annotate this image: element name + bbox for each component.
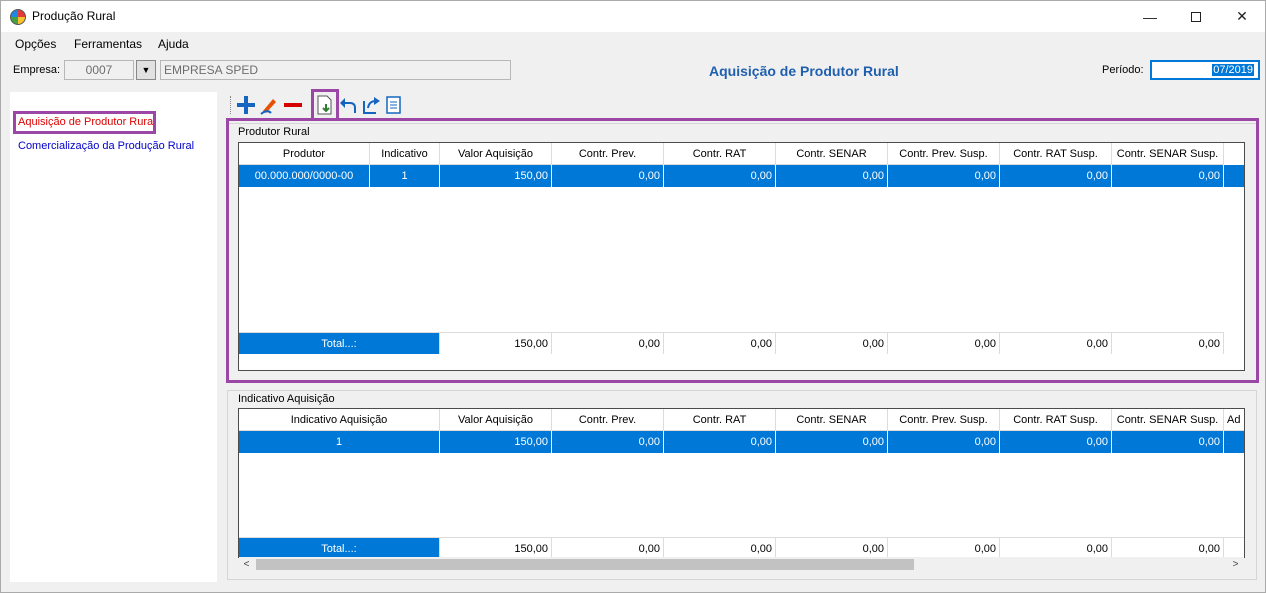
undo-button[interactable]	[337, 95, 359, 115]
col-header[interactable]: Contr. Prev. Susp.	[888, 409, 1000, 431]
cell-indicativo-aquisicao: 1	[239, 431, 440, 453]
minimize-button[interactable]: —	[1127, 1, 1173, 32]
cell-contr-rat: 0,00	[664, 431, 776, 453]
screen-title: Aquisição de Produtor Rural	[709, 63, 899, 79]
periodo-value: 07/2019	[1212, 64, 1254, 76]
col-header[interactable]: Valor Aquisição	[440, 409, 552, 431]
app-window: Produção Rural — ✕ Opções Ferramentas Aj…	[0, 0, 1266, 593]
scrollbar-thumb[interactable]	[256, 559, 914, 570]
col-header[interactable]: Contr. SENAR Susp.	[1112, 409, 1224, 431]
menu-opcoes[interactable]: Opções	[15, 37, 56, 51]
total-label: Total...:	[239, 537, 440, 558]
col-header[interactable]: Contr. RAT	[664, 409, 776, 431]
edit-icon	[260, 99, 276, 115]
cell-contr-rat-susp: 0,00	[1000, 431, 1112, 453]
close-button[interactable]: ✕	[1219, 1, 1265, 32]
export-button[interactable]	[360, 95, 382, 115]
sidebar-item-comercializacao[interactable]: Comercialização da Produção Rural	[18, 140, 194, 152]
highlight-import-button	[311, 89, 339, 121]
col-header[interactable]: Ad	[1224, 409, 1244, 431]
total-contr-prev-susp: 0,00	[888, 537, 1000, 558]
total-contr-senar-susp: 0,00	[1112, 537, 1224, 558]
maximize-icon	[1191, 11, 1201, 22]
indicativo-aquisicao-title: Indicativo Aquisição	[236, 393, 337, 405]
horizontal-scrollbar[interactable]: < >	[239, 557, 1243, 572]
maximize-button[interactable]	[1173, 1, 1219, 32]
indicativo-grid: Indicativo Aquisição Valor Aquisição Con…	[238, 408, 1245, 558]
indicativo-grid-header: Indicativo Aquisição Valor Aquisição Con…	[239, 409, 1244, 431]
app-logo-icon	[10, 9, 26, 25]
empresa-label: Empresa:	[13, 64, 61, 76]
total-contr-rat: 0,00	[664, 537, 776, 558]
add-button[interactable]	[235, 95, 257, 115]
export-icon	[363, 97, 380, 114]
empresa-code-field[interactable]: 0007	[64, 60, 134, 80]
col-header[interactable]: Contr. Prev.	[552, 409, 664, 431]
menu-ferramentas[interactable]: Ferramentas	[74, 37, 142, 51]
remove-button[interactable]	[282, 95, 304, 115]
cell-valor-aquisicao: 150,00	[440, 431, 552, 453]
highlight-sidebar-selection	[13, 111, 156, 134]
remove-icon	[284, 103, 302, 107]
col-header[interactable]: Indicativo Aquisição	[239, 409, 440, 431]
sidebar: Aquisição de Produtor Rural Comercializa…	[10, 92, 217, 582]
report-icon	[386, 96, 401, 114]
cell-contr-senar: 0,00	[776, 431, 888, 453]
empresa-name-field: EMPRESA SPED	[160, 60, 511, 80]
empresa-dropdown-button[interactable]: ▼	[136, 60, 156, 80]
highlight-produtor-panel	[226, 118, 1259, 383]
col-header[interactable]: Contr. SENAR	[776, 409, 888, 431]
periodo-label: Período:	[1102, 64, 1144, 76]
total-contr-prev: 0,00	[552, 537, 664, 558]
table-row[interactable]: 1 150,00 0,00 0,00 0,00 0,00 0,00 0,00	[239, 431, 1244, 453]
report-button[interactable]	[383, 95, 405, 115]
total-valor-aquisicao: 150,00	[440, 537, 552, 558]
toolbar-grip	[230, 96, 232, 114]
window-title: Produção Rural	[32, 9, 116, 23]
undo-icon	[340, 98, 356, 113]
cell-ad	[1224, 431, 1244, 453]
cell-contr-prev-susp: 0,00	[888, 431, 1000, 453]
title-bar: Produção Rural — ✕	[1, 1, 1265, 32]
cell-contr-senar-susp: 0,00	[1112, 431, 1224, 453]
total-ad	[1224, 537, 1244, 558]
col-header[interactable]: Contr. RAT Susp.	[1000, 409, 1112, 431]
periodo-field[interactable]: 07/2019	[1150, 60, 1260, 80]
toolbar	[227, 94, 1257, 116]
scroll-left-icon[interactable]: <	[239, 557, 254, 572]
total-row: Total...: 150,00 0,00 0,00 0,00 0,00 0,0…	[239, 537, 1244, 558]
add-icon	[237, 96, 255, 114]
menu-ajuda[interactable]: Ajuda	[158, 37, 189, 51]
total-contr-senar: 0,00	[776, 537, 888, 558]
edit-button[interactable]	[258, 95, 280, 115]
cell-contr-prev: 0,00	[552, 431, 664, 453]
menu-bar: Opções Ferramentas Ajuda	[1, 32, 1265, 54]
total-contr-rat-susp: 0,00	[1000, 537, 1112, 558]
scroll-right-icon[interactable]: >	[1228, 557, 1243, 572]
